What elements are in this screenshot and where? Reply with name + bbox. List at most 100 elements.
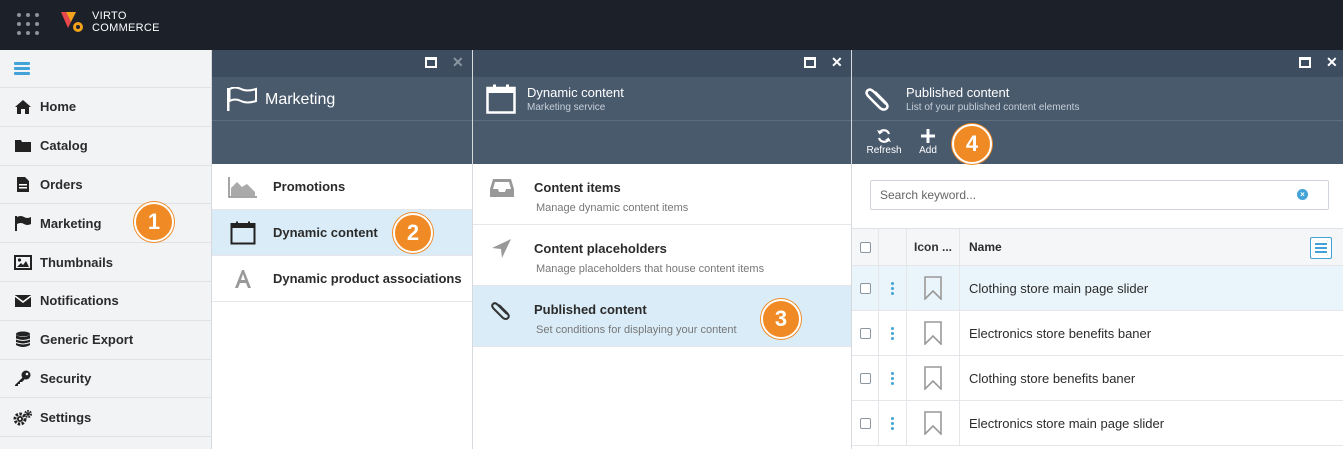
sidebar-item-label: Notifications xyxy=(40,293,119,309)
table-row[interactable]: Electronics store main page slider xyxy=(852,401,1343,446)
sidebar-item-label: Security xyxy=(40,370,92,386)
menu-item-content-placeholders[interactable]: Content placeholders Manage placeholders… xyxy=(473,225,851,286)
sidebar-item-marketing[interactable]: Marketing xyxy=(0,204,211,244)
item-title: Published content xyxy=(534,302,647,317)
blade-subtitle: List of your published content elements xyxy=(906,102,1080,113)
maximize-icon[interactable] xyxy=(425,57,437,68)
clear-search-icon[interactable]: × xyxy=(1297,189,1308,200)
column-settings-button[interactable] xyxy=(1310,237,1332,259)
sidebar-item-label: Catalog xyxy=(40,138,88,154)
sidebar-item-orders[interactable]: Orders xyxy=(0,166,211,205)
hamburger-icon xyxy=(14,62,30,75)
apps-grid-icon[interactable] xyxy=(17,13,39,35)
plus-icon xyxy=(908,127,948,145)
blade-toolbar xyxy=(473,121,851,164)
published-content-grid: Icon ... Name Clothing store main page s… xyxy=(852,228,1343,446)
table-row[interactable]: Electronics store benefits baner xyxy=(852,311,1343,356)
close-icon[interactable]: ✕ xyxy=(452,54,464,70)
location-arrow-icon xyxy=(492,239,511,258)
bookmark-icon xyxy=(924,411,942,435)
sidebar-item-catalog[interactable]: Catalog xyxy=(0,127,211,166)
callout-badge-2: 2 xyxy=(393,213,433,253)
home-icon xyxy=(13,98,33,116)
image-icon xyxy=(13,253,33,271)
table-row[interactable]: Clothing store main page slider xyxy=(852,266,1343,311)
paperclip-icon xyxy=(491,302,510,320)
blade-controls: ✕ xyxy=(473,50,851,77)
dynamic-content-blade: ✕ Dynamic content Marketing service Cont… xyxy=(473,50,852,449)
close-icon[interactable]: ✕ xyxy=(1326,54,1338,70)
search-input[interactable] xyxy=(871,181,1291,209)
row-name: Electronics store benefits baner xyxy=(969,325,1152,341)
sidebar-item-settings[interactable]: Settings xyxy=(0,398,211,438)
sidebar-item-home[interactable]: Home xyxy=(0,88,211,127)
row-menu-icon[interactable] xyxy=(891,281,895,296)
blade-subtitle: Marketing service xyxy=(527,102,606,113)
database-icon xyxy=(13,331,33,349)
sidebar-item-thumbnails[interactable]: Thumbnails xyxy=(0,243,211,282)
virto-logo-icon xyxy=(60,10,86,34)
sidebar-item-notifications[interactable]: Notifications xyxy=(0,282,211,321)
menu-item-promotions[interactable]: Promotions xyxy=(212,164,472,210)
sidebar-item-label: Home xyxy=(40,99,77,115)
column-header-name[interactable]: Name xyxy=(960,229,1343,265)
maximize-icon[interactable] xyxy=(804,57,816,68)
sidebar-item-label: Marketing xyxy=(40,215,102,231)
menu-item-dynamic-product-associations[interactable]: Dynamic product associations xyxy=(212,256,472,302)
item-description: Manage placeholders that house content i… xyxy=(536,263,765,275)
refresh-label: Refresh xyxy=(866,145,902,156)
menu-item-label: Promotions xyxy=(273,179,346,194)
callout-badge-4: 4 xyxy=(952,124,992,164)
cogs-icon xyxy=(13,408,33,426)
callout-badge-3: 3 xyxy=(761,299,801,339)
row-checkbox[interactable] xyxy=(859,327,871,339)
sidebar-item-generic-export[interactable]: Generic Export xyxy=(0,321,211,360)
menu-item-content-items[interactable]: Content items Manage dynamic content ite… xyxy=(473,164,851,225)
sidebar-item-label: Thumbnails xyxy=(40,254,113,270)
close-icon[interactable]: ✕ xyxy=(831,54,843,70)
row-menu-icon[interactable] xyxy=(891,371,895,386)
bookmark-icon xyxy=(924,366,942,390)
add-button[interactable]: Add xyxy=(908,127,948,156)
row-checkbox[interactable] xyxy=(859,417,871,429)
menu-toggle-button[interactable] xyxy=(0,50,211,88)
sidebar-item-label: Generic Export xyxy=(40,332,134,348)
row-menu-icon[interactable] xyxy=(891,326,895,341)
blade-title: Dynamic content xyxy=(527,85,624,100)
row-name: Clothing store benefits baner xyxy=(969,370,1136,386)
menu-item-dynamic-content[interactable]: Dynamic content xyxy=(212,210,472,256)
row-checkbox[interactable] xyxy=(859,372,871,384)
font-icon xyxy=(228,267,258,291)
calendar-icon xyxy=(228,221,258,245)
virto-commerce-logo[interactable]: VIRTO COMMERCE xyxy=(60,10,160,34)
select-all-checkbox[interactable] xyxy=(859,241,871,253)
refresh-icon xyxy=(864,127,904,145)
menu-item-label: Dynamic content xyxy=(273,225,378,240)
table-row[interactable]: Clothing store benefits baner xyxy=(852,356,1343,401)
flag-icon xyxy=(227,87,257,111)
blade-controls: ✕ xyxy=(852,50,1343,77)
item-description: Set conditions for displaying your conte… xyxy=(536,324,737,336)
published-content-blade: ✕ Published content List of your publish… xyxy=(852,50,1343,449)
brand-line-1: VIRTO xyxy=(92,10,127,22)
column-header-icon[interactable]: Icon ... xyxy=(907,229,960,265)
add-label: Add xyxy=(919,145,937,156)
search-box: × xyxy=(870,180,1329,210)
inbox-icon xyxy=(490,179,514,197)
grid-header-row: Icon ... Name xyxy=(852,228,1343,266)
document-icon xyxy=(13,175,33,193)
refresh-button[interactable]: Refresh xyxy=(864,127,904,156)
sidebar-item-security[interactable]: Security xyxy=(0,360,211,399)
folder-icon xyxy=(13,137,33,155)
item-title: Content items xyxy=(534,180,621,195)
envelope-icon xyxy=(13,292,33,310)
main-menu-sidebar: Home Catalog Orders Marketing Thumbnails… xyxy=(0,50,212,449)
maximize-icon[interactable] xyxy=(1299,57,1311,68)
row-menu-icon[interactable] xyxy=(891,416,895,431)
row-checkbox[interactable] xyxy=(859,282,871,294)
blade-toolbar xyxy=(212,121,472,164)
row-name: Clothing store main page slider xyxy=(969,280,1149,296)
blade-toolbar: Refresh Add xyxy=(852,121,1343,164)
key-icon xyxy=(13,369,33,387)
menu-item-label: Dynamic product associations xyxy=(273,271,462,286)
